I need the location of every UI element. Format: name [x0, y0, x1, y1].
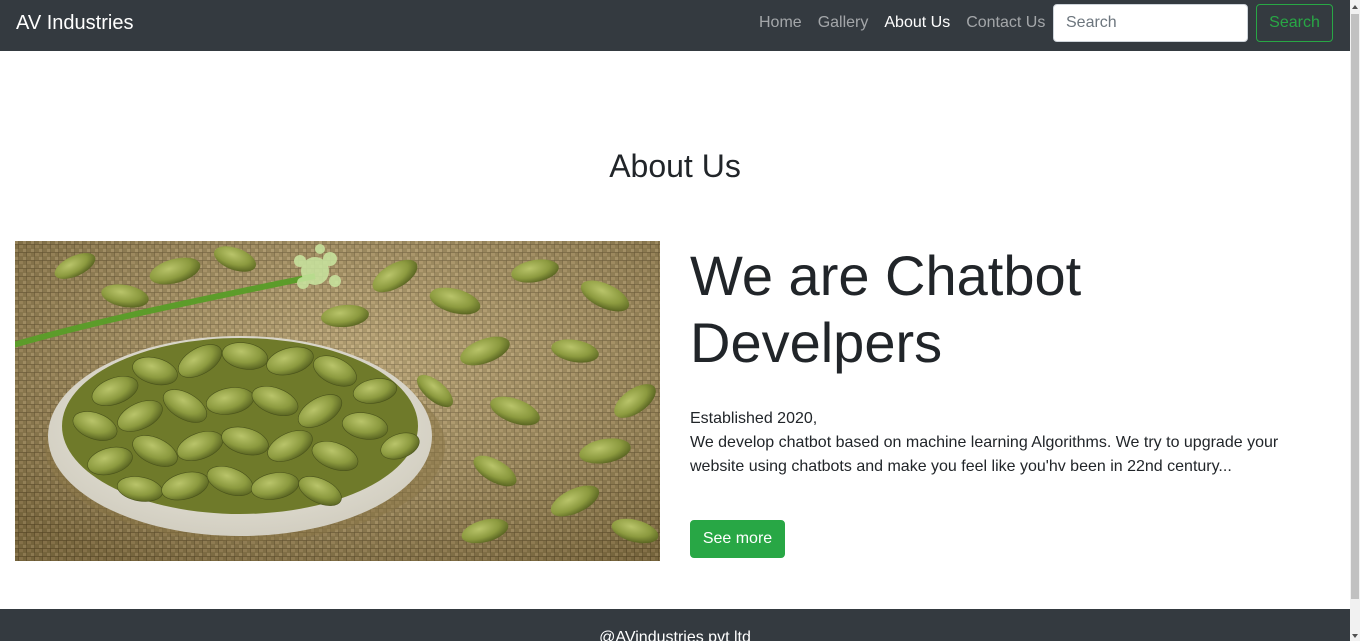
content-area: AV Industries Home Gallery About Us Cont…: [0, 0, 1350, 641]
established-text: Established 2020,: [690, 410, 818, 427]
navbar: AV Industries Home Gallery About Us Cont…: [0, 0, 1350, 51]
nav-link-about-us[interactable]: About Us: [884, 13, 950, 33]
page: AV Industries Home Gallery About Us Cont…: [0, 0, 1360, 641]
brand-link[interactable]: AV Industries: [16, 11, 133, 35]
footer: @AVindustries pvt ltd: [0, 609, 1350, 641]
nav-link-home[interactable]: Home: [759, 13, 802, 33]
cardamom-image: [15, 241, 660, 561]
see-more-button[interactable]: See more: [690, 520, 785, 558]
footer-text: @AVindustries pvt ltd: [599, 629, 751, 641]
description-text: We develop chatbot based on machine lear…: [690, 434, 1279, 475]
chevron-down-icon[interactable]: [1351, 629, 1359, 641]
nav-link-contact-us[interactable]: Contact Us: [966, 13, 1045, 33]
page-title: About Us: [609, 148, 741, 184]
search-button[interactable]: Search: [1256, 4, 1333, 42]
display-heading: We are Chatbot Develpers: [690, 244, 1082, 374]
search-input[interactable]: [1053, 4, 1248, 42]
nav-link-gallery[interactable]: Gallery: [818, 13, 869, 33]
about-description: Established 2020, We develop chatbot bas…: [690, 407, 1310, 479]
vertical-scrollbar[interactable]: [1350, 0, 1360, 641]
chevron-up-icon[interactable]: [1351, 0, 1359, 12]
nav-links: Home Gallery About Us Contact Us: [759, 13, 1061, 33]
scrollbar-thumb[interactable]: [1351, 14, 1359, 599]
